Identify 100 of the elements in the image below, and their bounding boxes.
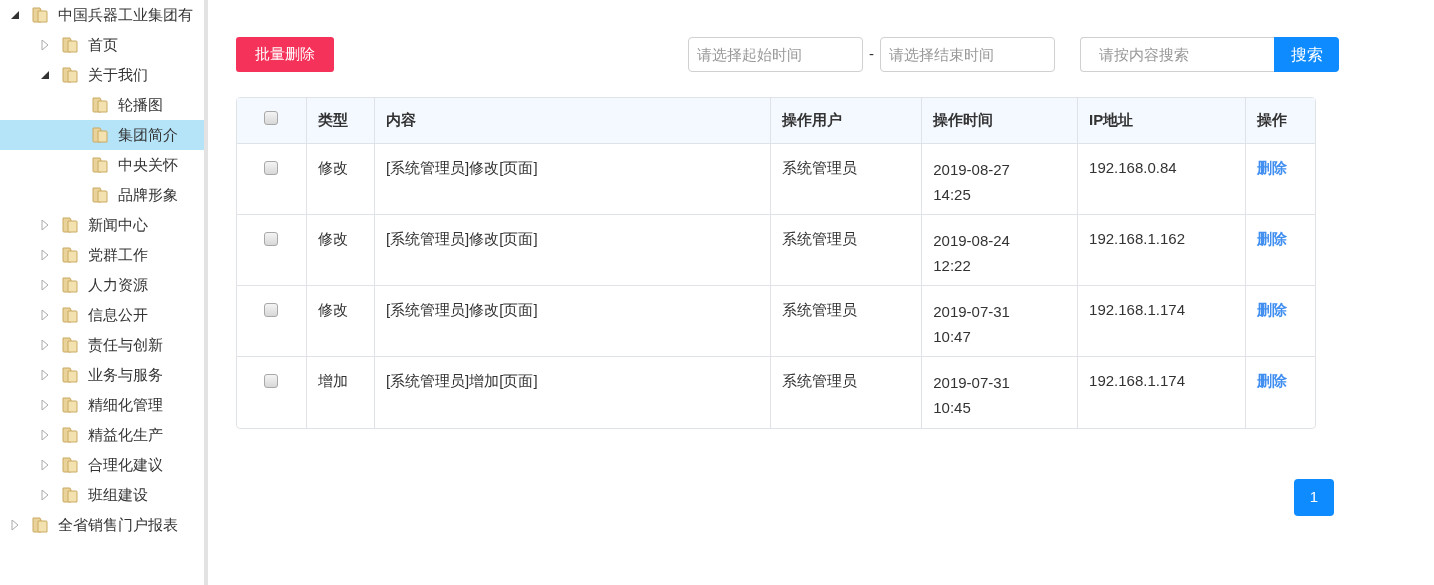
checkbox[interactable] — [264, 232, 279, 246]
table-cell: [系统管理员]修改[页面] — [373, 286, 771, 357]
checkbox[interactable] — [264, 374, 279, 388]
folder-icon — [60, 395, 80, 415]
batch-delete-button[interactable]: 批量删除 — [236, 37, 334, 72]
tree-label: 责任与创新 — [88, 334, 163, 355]
tree-item[interactable]: 中国兵器工业集团有 — [0, 0, 204, 30]
date-text: 2019-07-31 — [933, 302, 1011, 322]
table-cell: 192.168.1.162 — [1077, 215, 1245, 286]
tree-label: 中央关怀 — [118, 154, 178, 175]
tree-label: 合理化建议 — [88, 454, 163, 475]
folder-icon — [60, 245, 80, 265]
tree-item[interactable]: 党群工作 — [0, 240, 204, 270]
tree-item[interactable]: 班组建设 — [0, 480, 204, 510]
tree-item[interactable]: 精益化生产 — [0, 420, 204, 450]
checkbox[interactable] — [264, 111, 279, 126]
collapsed-icon[interactable] — [40, 220, 50, 230]
folder-icon — [90, 185, 110, 205]
column-header: IP地址 — [1077, 98, 1245, 144]
folder-icon — [60, 335, 80, 355]
folder-icon — [60, 305, 80, 325]
table-cell: 修改 — [305, 215, 374, 286]
table-cell: 系统管理员 — [770, 215, 922, 286]
time-text: 10:47 — [933, 327, 972, 347]
collapsed-icon[interactable] — [40, 40, 50, 50]
tree-label: 信息公开 — [88, 304, 148, 325]
time-text: 14:25 — [933, 185, 972, 205]
tree-item[interactable]: 精细化管理 — [0, 390, 204, 420]
table-cell: 增加 — [305, 357, 374, 428]
tree-item[interactable]: 合理化建议 — [0, 450, 204, 480]
tree-label: 新闻中心 — [88, 214, 148, 235]
table-cell: 192.168.1.174 — [1077, 286, 1245, 357]
folder-icon — [60, 35, 80, 55]
tree-item[interactable]: 品牌形象 — [0, 180, 204, 210]
table-cell: 系统管理员 — [770, 357, 922, 428]
tree-label: 品牌形象 — [118, 184, 178, 205]
collapsed-icon[interactable] — [40, 490, 50, 500]
table-cell: 系统管理员 — [770, 286, 922, 357]
tree-item[interactable]: 全省销售门户报表 — [0, 510, 204, 540]
start-date-field[interactable]: 请选择起始时间 — [688, 37, 863, 72]
collapsed-icon[interactable] — [40, 280, 50, 290]
folder-icon — [90, 125, 110, 145]
table-cell: 系统管理员 — [770, 144, 922, 215]
folder-icon — [60, 215, 80, 235]
date-separator: - — [869, 44, 874, 65]
tree-item[interactable]: 中央关怀 — [0, 150, 204, 180]
folder-icon — [60, 425, 80, 445]
search-field[interactable]: 请按内容搜索 — [1080, 37, 1274, 72]
collapsed-icon[interactable] — [40, 400, 50, 410]
folder-icon — [30, 515, 50, 535]
expanded-icon[interactable] — [10, 10, 20, 20]
column-header: 操作用户 — [770, 98, 922, 144]
tree-item[interactable]: 信息公开 — [0, 300, 204, 330]
folder-icon — [90, 155, 110, 175]
time-text: 12:22 — [933, 256, 972, 276]
tree-label: 党群工作 — [88, 244, 148, 265]
end-date-field[interactable]: 请选择结束时间 — [880, 37, 1055, 72]
date-text: 2019-07-31 — [933, 373, 1011, 393]
tree-item[interactable]: 首页 — [0, 30, 204, 60]
collapsed-icon[interactable] — [40, 310, 50, 320]
column-header: 操作时间 — [921, 98, 1078, 144]
collapsed-icon[interactable] — [40, 430, 50, 440]
collapsed-icon[interactable] — [40, 370, 50, 380]
tree-item[interactable]: 集团简介 — [0, 120, 204, 150]
checkbox[interactable] — [264, 303, 279, 317]
tree-label: 关于我们 — [88, 64, 148, 85]
table-cell: 修改 — [305, 144, 374, 215]
collapsed-icon[interactable] — [40, 460, 50, 470]
tree-item[interactable]: 新闻中心 — [0, 210, 204, 240]
expanded-icon[interactable] — [40, 70, 50, 80]
folder-icon — [90, 95, 110, 115]
checkbox[interactable] — [264, 161, 279, 175]
tree-item[interactable]: 责任与创新 — [0, 330, 204, 360]
collapsed-icon[interactable] — [10, 520, 20, 530]
column-header: 操作 — [1245, 98, 1315, 144]
table-cell: 192.168.1.174 — [1077, 357, 1245, 428]
collapsed-icon[interactable] — [40, 340, 50, 350]
table-cell: [系统管理员]增加[页面] — [373, 357, 771, 428]
folder-icon — [60, 485, 80, 505]
collapsed-icon[interactable] — [40, 250, 50, 260]
tree-label: 全省销售门户报表 — [58, 514, 178, 535]
tree-label: 精益化生产 — [88, 424, 163, 445]
folder-icon — [30, 5, 50, 25]
tree-item[interactable]: 人力资源 — [0, 270, 204, 300]
tree-item[interactable]: 业务与服务 — [0, 360, 204, 390]
table-cell: 修改 — [305, 286, 374, 357]
tree-label: 精细化管理 — [88, 394, 163, 415]
column-header: 类型 — [305, 98, 374, 144]
tree-item[interactable]: 关于我们 — [0, 60, 204, 90]
tree-label: 班组建设 — [88, 484, 148, 505]
folder-icon — [60, 455, 80, 475]
tree-item[interactable]: 轮播图 — [0, 90, 204, 120]
date-text: 2019-08-24 — [933, 231, 1011, 251]
tree-label: 人力资源 — [88, 274, 148, 295]
table-cell: [系统管理员]修改[页面] — [373, 144, 771, 215]
tree-label: 首页 — [88, 34, 118, 55]
date-text: 2019-08-27 — [933, 160, 1011, 180]
folder-icon — [60, 275, 80, 295]
tree-label: 集团简介 — [118, 124, 178, 145]
folder-icon — [60, 65, 80, 85]
